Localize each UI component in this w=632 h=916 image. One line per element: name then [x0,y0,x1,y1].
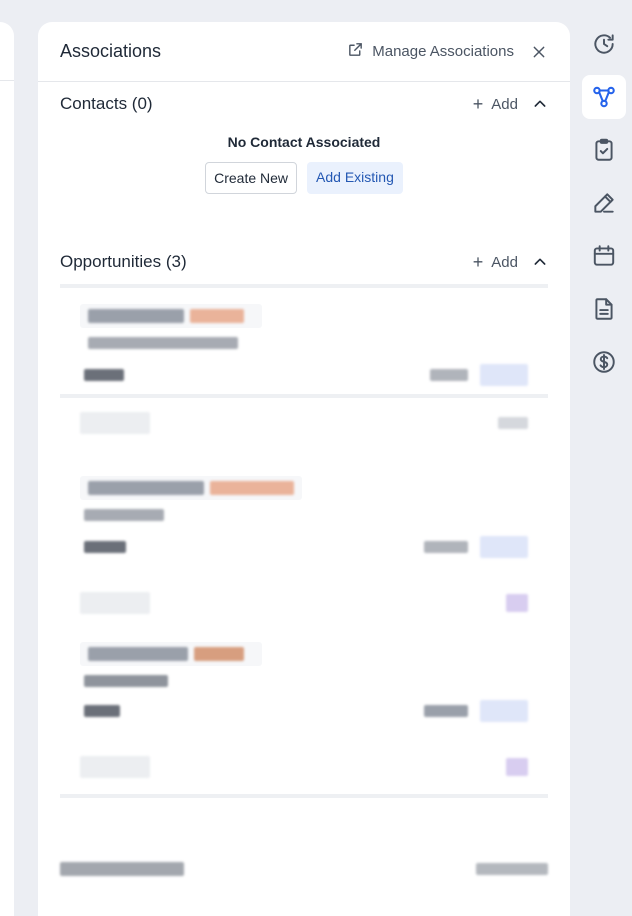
pencil-icon [594,193,614,213]
opportunities-list [60,284,548,798]
opportunity-card[interactable] [60,616,548,794]
chevron-up-icon [534,258,546,265]
tasks-button[interactable] [582,128,626,172]
opportunity-contact-redacted [80,674,528,692]
panel-header: Associations Manage Associations [38,22,570,82]
opportunity-header-redacted [80,412,528,434]
no-contact-message: No Contact Associated [227,134,381,150]
external-link-icon [347,41,364,62]
add-contact-button[interactable]: + Add [473,94,518,115]
opportunities-section-header: Opportunities (3) + Add [38,240,570,284]
collapse-opportunities-button[interactable] [532,254,548,270]
close-button[interactable] [530,43,548,61]
panel-title: Associations [60,41,162,61]
opportunity-name-redacted [80,476,302,500]
notes-button[interactable] [582,181,626,225]
document-icon [595,298,613,320]
opportunities-title: Opportunities (3) [60,252,187,271]
opportunity-contact-redacted [80,508,528,526]
contacts-title: Contacts (0) [60,94,153,113]
opportunity-meta-redacted [80,536,528,558]
plus-icon: + [472,93,484,114]
contacts-section-header: Contacts (0) + Add [38,82,570,126]
opportunity-card[interactable] [60,288,548,394]
calendar-button[interactable] [582,234,626,278]
close-icon [533,46,545,57]
dollar-circle-icon [593,351,615,373]
payments-button[interactable] [582,340,626,384]
history-icon [594,34,614,54]
manage-associations-label: Manage Associations [372,43,514,60]
add-contact-label: Add [491,95,518,113]
calendar-icon [593,245,615,266]
associations-panel: Associations Manage Associations Contact… [38,22,570,916]
chevron-up-icon [534,100,546,107]
associations-icon [593,86,615,108]
opportunity-footer-redacted [80,756,528,778]
opportunity-card[interactable] [60,398,548,616]
history-button[interactable] [582,22,626,66]
left-panel [0,22,14,916]
add-existing-button[interactable]: Add Existing [307,162,403,194]
opportunity-contact-redacted [80,336,528,354]
opportunity-meta-redacted [80,364,528,386]
add-opportunity-label: Add [491,253,518,271]
tasks-icon [595,138,613,161]
divider [60,794,548,798]
opportunity-footer-redacted [80,592,528,614]
documents-button[interactable] [582,287,626,331]
contact-empty-actions: Create New Add Existing [38,162,570,194]
plus-icon: + [472,251,484,272]
next-section-redacted [60,862,548,876]
collapse-contacts-button[interactable] [532,96,548,112]
manage-associations-link[interactable]: Manage Associations [347,41,514,62]
create-new-button[interactable]: Create New [205,162,298,194]
associations-button[interactable] [582,75,626,119]
opportunity-name-redacted [80,304,262,328]
right-icon-rail [582,22,626,384]
opportunity-meta-redacted [80,700,528,722]
add-opportunity-button[interactable]: + Add [473,252,518,273]
opportunity-name-redacted [80,642,262,666]
